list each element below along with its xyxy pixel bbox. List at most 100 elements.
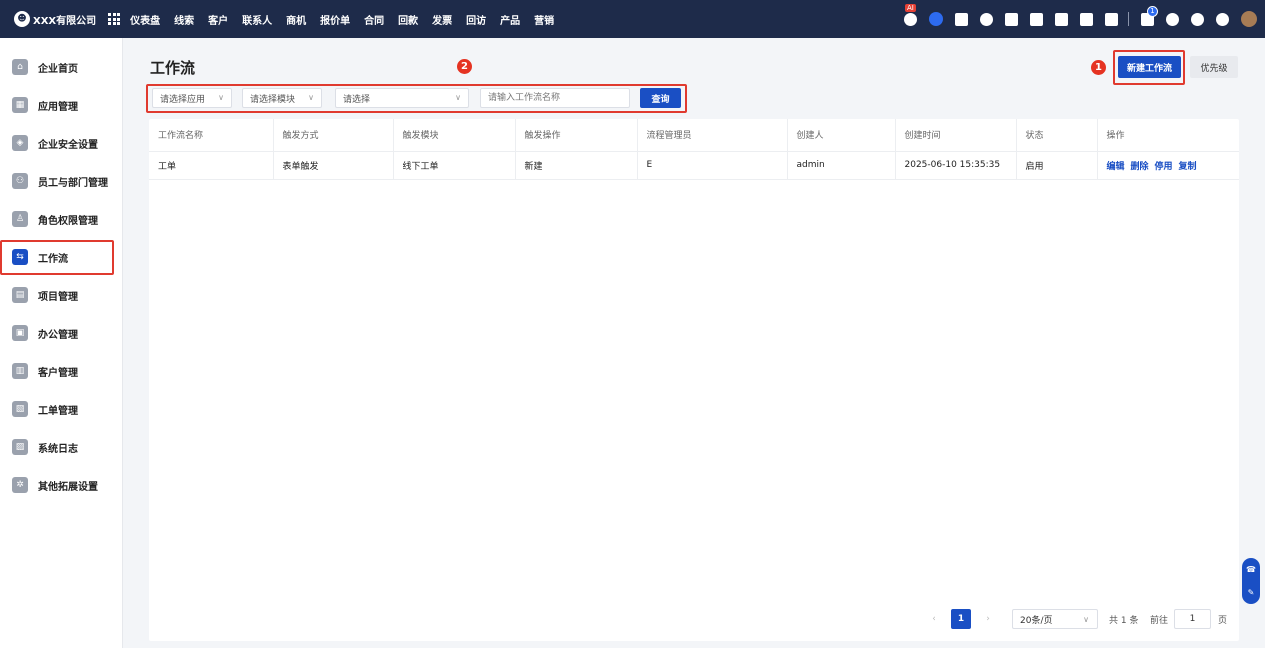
column-header: 创建时间 — [894, 119, 1016, 152]
home-icon: ⌂ — [12, 59, 28, 75]
sidebar-item-label: 企业安全设置 — [38, 139, 98, 151]
trigger-action-cell: 新建 — [514, 151, 637, 180]
feedback-icon[interactable]: ✎ — [1248, 588, 1255, 597]
trigger-type-cell: 表单触发 — [272, 151, 393, 180]
nav-marketing[interactable]: 营销 — [534, 12, 554, 27]
notification-count-badge: 1 — [1147, 5, 1158, 17]
sidebar-item-customers[interactable]: ▥ 客户管理 — [0, 356, 123, 386]
sidebar-item-label: 系统日志 — [38, 443, 78, 455]
nav-dashboard[interactable]: 仪表盘 — [130, 12, 160, 27]
nav-products[interactable]: 产品 — [500, 12, 520, 27]
nav-contracts[interactable]: 合同 — [364, 12, 384, 27]
topbar-right-tools: AI 1 — [892, 0, 1257, 38]
page-size-select[interactable]: 20条/页 ∨ — [1012, 609, 1098, 629]
help-icon[interactable] — [1191, 12, 1204, 26]
chevron-down-icon: ∨ — [1083, 614, 1089, 624]
bell-icon[interactable] — [1166, 12, 1179, 26]
step-marker-2: 2 — [457, 59, 472, 74]
document-icon[interactable] — [1055, 12, 1068, 26]
shield-icon: ◈ — [12, 135, 28, 151]
table-row[interactable]: 工单 表单触发 线下工单 新建 E admin 2025-06-10 15:35… — [149, 151, 1239, 180]
edit-link[interactable]: 编辑 — [1107, 162, 1125, 172]
ticket-icon: ▧ — [12, 401, 28, 417]
trigger-module-cell: 线下工单 — [392, 151, 515, 180]
page-title: 工作流 — [150, 59, 196, 77]
nav-contacts[interactable]: 联系人 — [242, 12, 272, 27]
page-size-value: 20条/页 — [1020, 615, 1053, 626]
column-header: 工作流名称 — [149, 119, 273, 152]
top-navigation-bar: ☻ XXX有限公司 仪表盘 线索 客户 联系人 商机 报价单 合同 回款 发票 … — [0, 0, 1265, 38]
creator-cell: admin — [786, 151, 895, 180]
sidebar-item-apps[interactable]: ▦ 应用管理 — [0, 90, 123, 120]
current-page-button[interactable]: 1 — [951, 609, 971, 629]
chat-icon[interactable] — [929, 12, 943, 26]
globe-icon[interactable] — [980, 12, 993, 26]
sidebar-item-staff[interactable]: ⚇ 员工与部门管理 — [0, 166, 123, 196]
sidebar-item-roles[interactable]: ♙ 角色权限管理 — [0, 204, 123, 234]
user-icon[interactable] — [1030, 12, 1043, 26]
workflow-name-cell: 工单 — [149, 151, 273, 180]
divider — [1128, 12, 1129, 26]
sidebar-item-label: 项目管理 — [38, 291, 78, 303]
sidebar-item-projects[interactable]: ▤ 项目管理 — [0, 280, 123, 310]
ai-badge: AI — [905, 3, 916, 12]
company-logo[interactable]: ☻ XXX有限公司 — [14, 11, 96, 27]
process-admin-cell: E — [636, 151, 787, 180]
created-time-cell: 2025-06-10 15:35:35 — [894, 151, 1016, 180]
nav-leads[interactable]: 线索 — [174, 12, 194, 27]
sidebar-item-label: 员工与部门管理 — [38, 177, 108, 189]
nav-quotes[interactable]: 报价单 — [320, 12, 350, 27]
next-page-icon[interactable]: › — [978, 609, 998, 629]
nav-invoices[interactable]: 发票 — [432, 12, 452, 27]
sidebar-item-security[interactable]: ◈ 企业安全设置 — [0, 128, 123, 158]
phone-icon[interactable] — [1080, 12, 1093, 26]
sidebar-item-label: 企业首页 — [38, 63, 78, 75]
task-icon[interactable]: 1 — [1141, 5, 1158, 26]
mail-icon[interactable] — [1005, 12, 1018, 26]
highlight-new-workflow — [1113, 50, 1185, 85]
sidebar-item-label: 客户管理 — [38, 367, 78, 379]
nav-customers[interactable]: 客户 — [208, 12, 228, 27]
sidebar-item-label: 其他拓展设置 — [38, 481, 98, 493]
column-header: 触发方式 — [272, 119, 393, 152]
total-count: 共 1 条 — [1109, 615, 1139, 626]
column-header: 流程管理员 — [636, 119, 787, 152]
calendar-icon[interactable] — [1105, 12, 1118, 26]
role-icon: ♙ — [12, 211, 28, 227]
nav-opportunities[interactable]: 商机 — [286, 12, 306, 27]
apps-icon: ▦ — [12, 97, 28, 113]
workflow-table: 工作流名称 触发方式 触发模块 触发操作 流程管理员 创建人 创建时间 状态 操… — [149, 119, 1239, 180]
nav-visits[interactable]: 回访 — [466, 12, 486, 27]
office-icon: ▣ — [12, 325, 28, 341]
floating-toolbar[interactable]: ☎ ✎ — [1242, 558, 1260, 604]
ai-robot-icon[interactable]: AI — [904, 3, 917, 26]
delete-link[interactable]: 删除 — [1131, 162, 1149, 172]
table-header-row: 工作流名称 触发方式 触发模块 触发操作 流程管理员 创建人 创建时间 状态 操… — [149, 119, 1239, 152]
logo-icon: ☻ — [14, 11, 30, 27]
goto-label: 前往 — [1150, 615, 1169, 626]
company-name: XXX有限公司 — [33, 15, 97, 27]
disable-link[interactable]: 停用 — [1155, 162, 1173, 172]
avatar[interactable] — [1241, 11, 1257, 27]
copy-link[interactable]: 复制 — [1179, 162, 1197, 172]
step-marker-1: 1 — [1091, 60, 1106, 75]
sidebar-item-extensions[interactable]: ✲ 其他拓展设置 — [0, 470, 123, 500]
customer-icon: ▥ — [12, 363, 28, 379]
app-grid-icon[interactable] — [108, 13, 121, 25]
sidebar-item-home[interactable]: ⌂ 企业首页 — [0, 52, 123, 82]
sidebar-item-logs[interactable]: ▨ 系统日志 — [0, 432, 123, 462]
page-unit-label: 页 — [1218, 615, 1228, 626]
column-header: 触发模块 — [392, 119, 515, 152]
goto-page-input[interactable]: 1 — [1174, 609, 1211, 629]
priority-button[interactable]: 优先级 — [1190, 56, 1238, 78]
nav-payments[interactable]: 回款 — [398, 12, 418, 27]
highlight-filter-bar — [146, 84, 687, 113]
gear-icon[interactable] — [1216, 12, 1229, 26]
sidebar-item-label: 角色权限管理 — [38, 215, 98, 227]
service-icon[interactable]: ☎ — [1246, 565, 1256, 574]
status-cell: 启用 — [1015, 151, 1097, 180]
message-icon[interactable] — [955, 12, 968, 26]
sidebar-item-tickets[interactable]: ▧ 工单管理 — [0, 394, 123, 424]
prev-page-icon[interactable]: ‹ — [924, 609, 944, 629]
sidebar-item-office[interactable]: ▣ 办公管理 — [0, 318, 123, 348]
